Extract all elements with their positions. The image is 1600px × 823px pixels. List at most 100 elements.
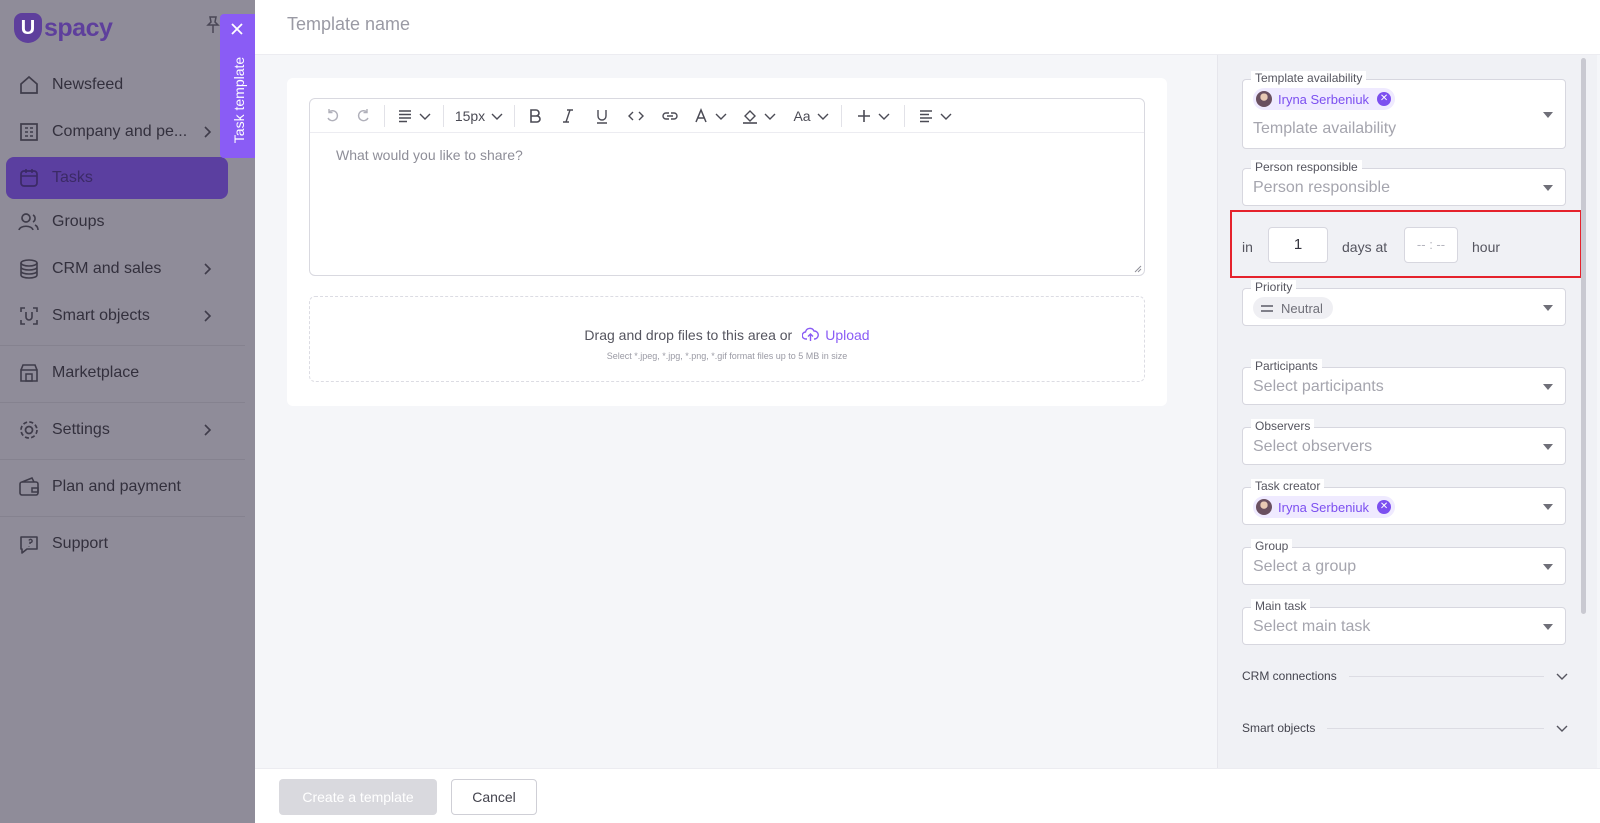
chevron-right-icon xyxy=(202,310,212,322)
deadline-row-highlight: in 1 days at -- : -- hour xyxy=(1230,210,1582,278)
remove-chip-icon[interactable]: ✕ xyxy=(1377,500,1392,514)
user-chip: Iryna Serbeniuk ✕ xyxy=(1253,496,1396,518)
font-size-dropdown[interactable]: 15px xyxy=(448,99,510,133)
sidebar-item-tasks[interactable]: Tasks xyxy=(6,157,228,199)
tab-label: Task template xyxy=(231,56,247,144)
dropzone-text: Drag and drop files to this area or xyxy=(584,326,793,343)
code-icon[interactable] xyxy=(619,99,653,133)
field-label: Main task xyxy=(1251,599,1311,613)
users-icon xyxy=(18,211,40,233)
wallet-icon xyxy=(18,476,40,498)
crm-connections-section[interactable]: CRM connections xyxy=(1242,666,1568,686)
link-icon[interactable] xyxy=(653,99,687,133)
italic-icon[interactable] xyxy=(551,99,585,133)
days-input[interactable]: 1 xyxy=(1268,227,1328,263)
store-icon xyxy=(18,362,40,384)
dropdown-caret-icon xyxy=(1543,624,1553,630)
align-icon xyxy=(399,109,411,122)
chevron-down-icon xyxy=(940,113,952,120)
field-label: Observers xyxy=(1251,419,1315,433)
paragraph-style-dropdown[interactable] xyxy=(389,99,439,133)
remove-chip-icon[interactable]: ✕ xyxy=(1377,92,1392,106)
group-select[interactable]: Group Select a group xyxy=(1242,539,1566,585)
sidebar-item-label: Newsfeed xyxy=(52,76,124,93)
task-settings-column: Template availability Iryna Serbeniuk ✕ … xyxy=(1217,55,1597,768)
smart-objects-section[interactable]: Smart objects xyxy=(1242,718,1568,738)
font-size-value: 15px xyxy=(454,107,486,124)
sidebar-item-smart-objects[interactable]: Smart objects xyxy=(6,295,228,337)
avatar xyxy=(1256,499,1272,515)
template-name-input[interactable]: Template name xyxy=(287,14,410,35)
text-color-icon xyxy=(695,107,707,122)
main-task-select[interactable]: Main task Select main task xyxy=(1242,599,1566,645)
coins-icon xyxy=(18,258,40,280)
sidebar-divider xyxy=(0,402,245,403)
person-responsible-select[interactable]: Person responsible Person responsible xyxy=(1242,160,1566,206)
dropzone-hint: Select *.jpeg, *.jpg, *.png, *.gif forma… xyxy=(606,351,848,361)
sidebar-item-support[interactable]: Support xyxy=(6,523,228,565)
pin-icon[interactable] xyxy=(206,16,220,34)
dropdown-caret-icon xyxy=(1543,384,1553,390)
template-availability-select[interactable]: Template availability Iryna Serbeniuk ✕ … xyxy=(1242,71,1566,149)
app-logo[interactable]: U spacy xyxy=(14,12,113,44)
sidebar-item-settings[interactable]: Settings xyxy=(6,409,228,451)
toolbar-divider xyxy=(384,104,385,127)
sidebar-item-company[interactable]: Company and pe... xyxy=(6,111,228,153)
sidebar: U spacy Newsfeed Company and pe... Tasks… xyxy=(0,0,255,823)
time-input[interactable]: -- : -- xyxy=(1404,227,1458,263)
cancel-button[interactable]: Cancel xyxy=(451,779,537,815)
observers-select[interactable]: Observers Select observers xyxy=(1242,419,1566,465)
dropdown-caret-icon xyxy=(1543,112,1553,118)
chevron-down-icon xyxy=(1556,725,1568,732)
logo-text: spacy xyxy=(44,13,113,42)
template-panel: Template name 15px Aa What would you lik… xyxy=(255,0,1600,823)
user-chip: Iryna Serbeniuk ✕ xyxy=(1253,88,1396,110)
redo-icon[interactable] xyxy=(348,99,380,133)
text-case-dropdown[interactable]: Aa xyxy=(785,99,837,133)
priority-select[interactable]: Priority Neutral xyxy=(1242,280,1566,326)
file-dropzone[interactable]: Drag and drop files to this area or Uplo… xyxy=(309,296,1145,382)
field-placeholder: Person responsible xyxy=(1253,179,1390,196)
dropdown-caret-icon xyxy=(1543,504,1553,510)
task-template-tab[interactable]: Task template xyxy=(220,14,255,158)
sidebar-item-newsfeed[interactable]: Newsfeed xyxy=(6,64,228,106)
toolbar-divider xyxy=(514,104,515,127)
close-icon[interactable] xyxy=(230,22,244,36)
sidebar-item-plan-payment[interactable]: Plan and payment xyxy=(6,466,228,508)
field-placeholder: Template availability xyxy=(1253,120,1397,137)
equals-icon xyxy=(1261,304,1273,312)
participants-select[interactable]: Participants Select participants xyxy=(1242,359,1566,405)
chevron-right-icon xyxy=(202,263,212,275)
chip-label: Iryna Serbeniuk xyxy=(1278,91,1370,107)
highlight-color-dropdown[interactable] xyxy=(733,99,785,133)
alignment-dropdown[interactable] xyxy=(909,99,961,133)
upload-link[interactable]: Upload xyxy=(802,326,870,343)
chevron-right-icon xyxy=(202,126,212,138)
field-label: Task creator xyxy=(1251,479,1325,493)
rich-text-editor[interactable]: 15px Aa What would you like to share? xyxy=(309,98,1145,276)
sidebar-divider xyxy=(0,459,245,460)
chevron-down-icon xyxy=(715,113,727,120)
dropdown-caret-icon xyxy=(1543,564,1553,570)
resize-handle-icon[interactable] xyxy=(1134,265,1142,273)
upload-label: Upload xyxy=(825,326,870,343)
chevron-down-icon xyxy=(817,113,829,120)
field-placeholder: Select main task xyxy=(1253,618,1371,635)
cloud-upload-icon xyxy=(802,327,820,341)
bold-icon[interactable] xyxy=(519,99,551,133)
sidebar-item-crm[interactable]: CRM and sales xyxy=(6,248,228,290)
header: Template name xyxy=(255,0,1600,55)
field-label: Template availability xyxy=(1251,71,1367,85)
chip-label: Iryna Serbeniuk xyxy=(1278,499,1370,515)
sidebar-item-marketplace[interactable]: Marketplace xyxy=(6,352,228,394)
section-divider xyxy=(1348,675,1544,677)
create-template-button[interactable]: Create a template xyxy=(279,779,437,815)
underline-icon[interactable] xyxy=(585,99,619,133)
editor-card: 15px Aa What would you like to share? Dr… xyxy=(287,78,1167,406)
sidebar-item-groups[interactable]: Groups xyxy=(6,201,228,243)
text-color-dropdown[interactable] xyxy=(687,99,733,133)
scrollbar[interactable] xyxy=(1581,58,1586,614)
insert-dropdown[interactable] xyxy=(846,99,900,133)
task-creator-select[interactable]: Task creator Iryna Serbeniuk ✕ xyxy=(1242,479,1566,525)
undo-icon[interactable] xyxy=(316,99,348,133)
